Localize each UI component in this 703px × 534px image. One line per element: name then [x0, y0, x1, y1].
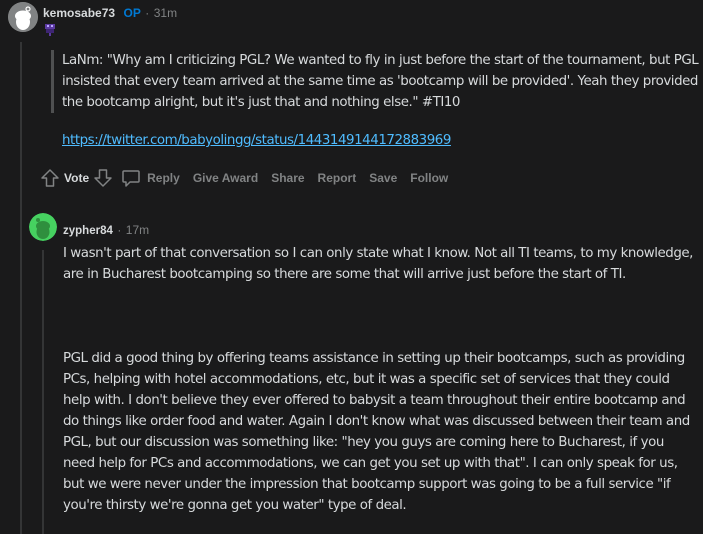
- username[interactable]: kemosabe73: [43, 6, 115, 20]
- downvote-icon: [94, 169, 112, 187]
- op-badge: OP: [123, 6, 141, 20]
- quote-text: LaNm: "Why am I criticizing PGL? We want…: [62, 53, 699, 110]
- reply-label: Reply: [147, 171, 180, 185]
- upvote-button[interactable]: [40, 168, 60, 188]
- report-button[interactable]: Report: [318, 171, 357, 185]
- snoo-avatar-icon: [8, 2, 38, 32]
- tweet-link[interactable]: https://twitter.com/babyolingg/status/14…: [62, 133, 451, 148]
- snoo-avatar-icon: [29, 213, 57, 241]
- avatar[interactable]: [29, 213, 57, 241]
- separator: ·: [117, 223, 122, 237]
- follow-button[interactable]: Follow: [410, 171, 448, 185]
- thread-line-outer[interactable]: [20, 42, 22, 534]
- comment-actions: Vote Reply Give Award Share Report Save …: [40, 166, 461, 190]
- blockquote: LaNm: "Why am I criticizing PGL? We want…: [51, 50, 702, 113]
- vote-count: Vote: [64, 171, 90, 185]
- timestamp[interactable]: 31m: [154, 6, 177, 20]
- paragraph: I wasn't part of that conversation so I …: [63, 246, 693, 282]
- separator: ·: [145, 6, 150, 20]
- reply-button[interactable]: Reply: [121, 168, 180, 188]
- purple-flair-icon: [44, 23, 56, 37]
- upvote-icon: [41, 169, 59, 187]
- share-button[interactable]: Share: [271, 171, 304, 185]
- avatar[interactable]: [8, 2, 38, 32]
- downvote-button[interactable]: [93, 168, 113, 188]
- comment-body: I wasn't part of that conversation so I …: [63, 243, 695, 516]
- thread-line-reply[interactable]: [42, 250, 44, 534]
- username[interactable]: zypher84: [63, 225, 113, 237]
- give-award-button[interactable]: Give Award: [193, 171, 258, 185]
- paragraph: PGL did a good thing by offering teams a…: [63, 351, 690, 513]
- timestamp[interactable]: 17m: [126, 223, 149, 237]
- save-button[interactable]: Save: [369, 171, 397, 185]
- comment-bubble-icon: [122, 170, 140, 187]
